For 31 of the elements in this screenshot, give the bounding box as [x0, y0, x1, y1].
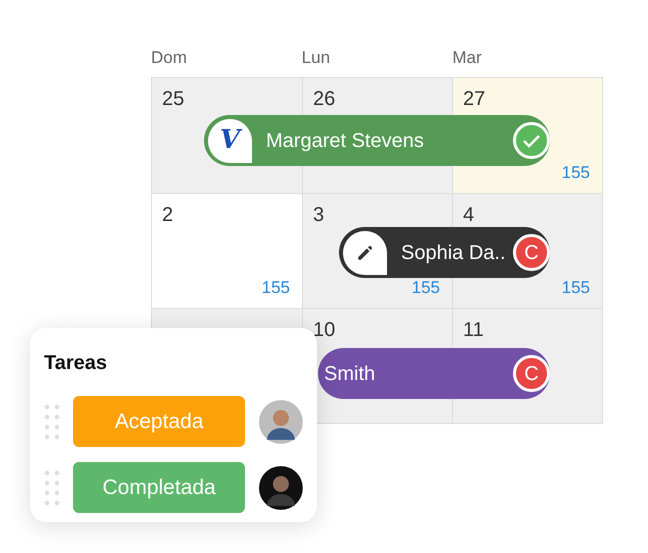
event-name: Sophia Da.. [401, 240, 506, 266]
day-number: 3 [313, 203, 324, 228]
status-button[interactable]: Completada [73, 462, 246, 513]
day-number: 27 [463, 87, 486, 112]
check-icon [513, 122, 550, 159]
weekday-label: Mar [452, 47, 482, 69]
event-bar[interactable]: V Margaret Stevens [204, 115, 550, 166]
event-bar[interactable]: Smith C [318, 348, 550, 399]
day-number: 11 [463, 318, 484, 343]
logo-badge: V [208, 118, 252, 162]
card-title: Tareas [44, 351, 108, 376]
event-name: Smith [324, 362, 376, 386]
event-bar[interactable]: Sophia Da.. C [339, 227, 550, 278]
event-name: Margaret Stevens [266, 128, 424, 154]
day-number: 26 [313, 87, 336, 112]
status-button[interactable]: Aceptada [73, 396, 246, 447]
status-badge: C [513, 355, 550, 392]
day-number: 2 [162, 203, 174, 228]
edit-badge[interactable] [343, 230, 387, 274]
drag-handle-icon[interactable] [44, 470, 60, 506]
weekday-label: Dom [151, 47, 187, 69]
event-count[interactable]: 155 [562, 160, 590, 185]
day-number: 25 [162, 87, 184, 112]
status-badge: C [513, 234, 550, 271]
drag-handle-icon[interactable] [44, 404, 60, 440]
event-count[interactable]: 155 [562, 274, 590, 300]
event-count[interactable]: 155 [262, 274, 290, 300]
weekday-label: Lun [302, 47, 330, 69]
pencil-icon [356, 244, 374, 262]
day-number: 10 [313, 318, 336, 343]
day-number: 4 [463, 203, 474, 228]
